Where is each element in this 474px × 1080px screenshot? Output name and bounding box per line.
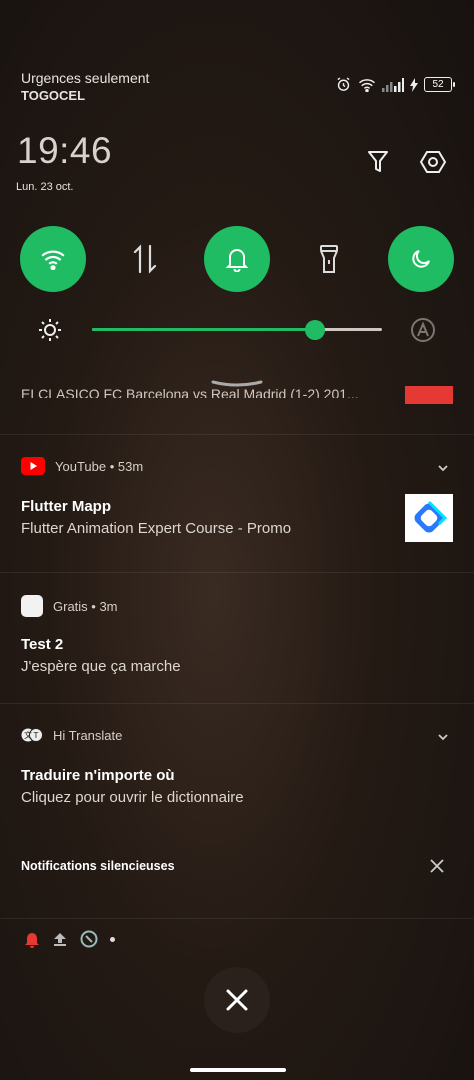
divider xyxy=(0,434,474,435)
truncated-notification-text: ELCLASICO FC Barcelona vs Real Madrid (1… xyxy=(21,386,359,398)
app-name: Hi Translate xyxy=(53,727,123,743)
settings-button[interactable] xyxy=(418,147,448,177)
flashlight-toggle[interactable] xyxy=(296,226,362,292)
mobile-data-toggle[interactable] xyxy=(112,226,178,292)
battery-icon: 52 xyxy=(424,77,455,92)
app-icon xyxy=(21,595,43,617)
divider xyxy=(0,918,474,919)
bell-icon xyxy=(225,249,249,272)
status-text: Urgences seulement xyxy=(21,70,150,86)
notification-title: Traduire n'importe où xyxy=(21,767,175,784)
notification-body: Cliquez pour ouvrir le dictionnaire xyxy=(21,789,244,806)
upload-icon xyxy=(54,933,66,946)
sun-icon xyxy=(39,319,61,341)
notification-header: 文T Hi Translate xyxy=(21,727,122,743)
wifi-icon xyxy=(359,78,375,92)
notification-title: Flutter Mapp xyxy=(21,498,111,515)
truncated-thumbnail xyxy=(405,386,453,404)
moon-icon xyxy=(412,250,430,268)
sound-toggle[interactable] xyxy=(204,226,270,292)
status-icons: 52 xyxy=(335,76,455,93)
dark-mode-toggle[interactable] xyxy=(388,226,454,292)
brightness-thumb[interactable] xyxy=(305,320,326,340)
notification-title: Test 2 xyxy=(21,636,64,653)
clear-all-button[interactable] xyxy=(204,967,270,1033)
notification-header: YouTube • 53m xyxy=(21,457,143,475)
svg-text:T: T xyxy=(33,731,39,740)
quick-settings xyxy=(20,226,454,292)
app-name: Gratis xyxy=(53,598,88,614)
signal-icon xyxy=(382,77,404,92)
bell-alert-icon xyxy=(25,933,39,948)
divider xyxy=(0,703,474,704)
silent-app-icons xyxy=(24,930,115,948)
filter-icon xyxy=(368,151,388,172)
charging-icon xyxy=(410,77,418,92)
wifi-toggle[interactable] xyxy=(20,226,86,292)
flutter-logo-icon xyxy=(414,500,448,533)
youtube-icon xyxy=(21,457,45,475)
notification-header: Gratis • 3m xyxy=(21,595,118,617)
brightness-row xyxy=(36,315,440,345)
svg-text:文: 文 xyxy=(24,730,32,740)
settings-icon xyxy=(420,151,446,173)
chevron-down-icon[interactable] xyxy=(436,461,450,475)
divider xyxy=(0,572,474,573)
carrier-name: TOGOCEL xyxy=(21,88,86,103)
close-icon[interactable] xyxy=(428,857,446,875)
alarm-icon xyxy=(337,77,350,91)
filter-button[interactable] xyxy=(363,147,393,177)
home-indicator[interactable] xyxy=(190,1068,286,1072)
brightness-fill xyxy=(92,328,316,331)
silent-notifications-label: Notifications silencieuses xyxy=(21,859,175,873)
chevron-down-icon[interactable] xyxy=(436,730,450,744)
close-icon xyxy=(226,989,248,1011)
date: Lun. 23 oct. xyxy=(16,181,74,193)
data-arrows-icon xyxy=(133,244,157,274)
auto-brightness-icon[interactable] xyxy=(410,317,436,343)
clock: 19:46 xyxy=(17,130,113,171)
flutter-thumbnail xyxy=(405,494,453,542)
notification-time: 3m xyxy=(99,598,118,614)
notification-body: Flutter Animation Expert Course - Promo xyxy=(21,520,292,537)
translate-icon: 文T xyxy=(21,728,43,742)
notification-body: J'espère que ça marche xyxy=(21,658,181,675)
app-name: YouTube xyxy=(55,458,107,474)
brightness-slider[interactable] xyxy=(92,320,382,340)
notification-time: 53m xyxy=(117,458,144,474)
wifi-icon xyxy=(41,250,65,270)
more-dot-icon xyxy=(110,936,115,942)
app-circle-icon xyxy=(80,930,98,948)
flashlight-icon xyxy=(320,245,338,273)
